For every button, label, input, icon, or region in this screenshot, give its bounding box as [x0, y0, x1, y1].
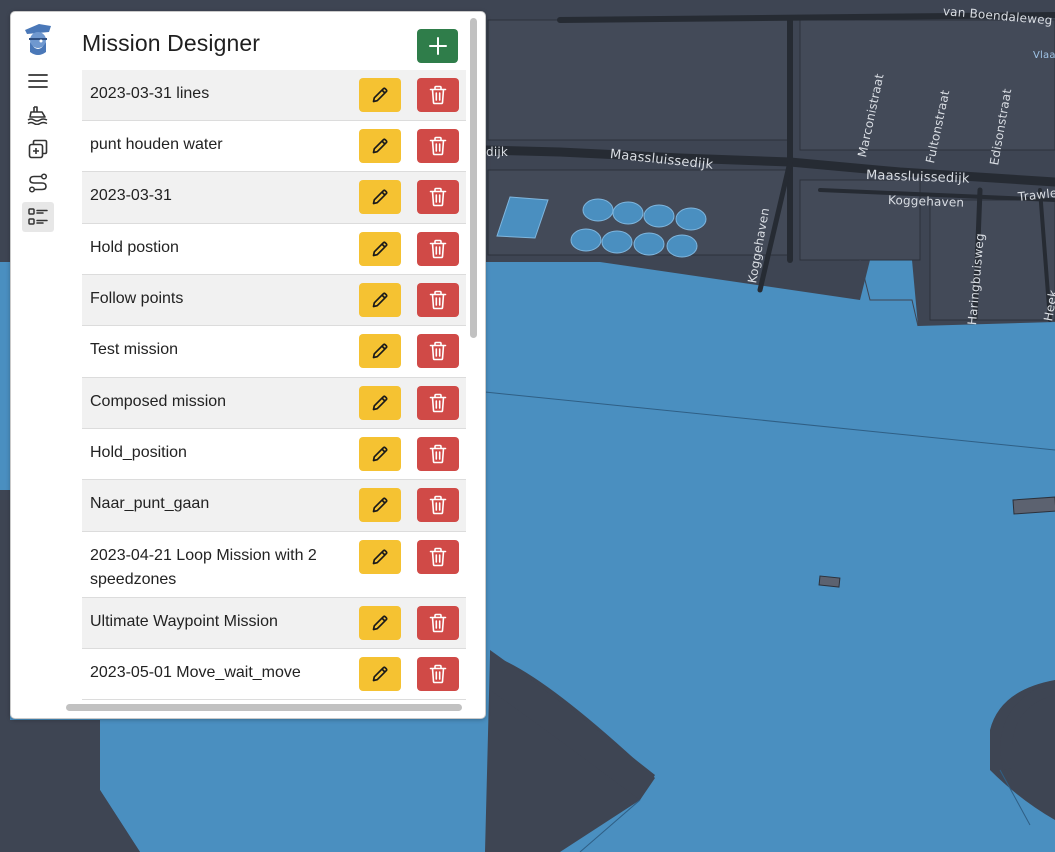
pencil-icon — [372, 292, 388, 308]
edit-mission-button[interactable] — [359, 129, 401, 163]
pencil-icon — [372, 446, 388, 462]
menu-button[interactable] — [22, 66, 54, 96]
pencil-icon — [372, 666, 388, 682]
mission-list: 2023-03-31 lines punt houden water 2023-… — [82, 70, 466, 700]
delete-mission-button[interactable] — [417, 540, 459, 574]
edit-mission-button[interactable] — [359, 283, 401, 317]
missions-button[interactable] — [22, 202, 54, 232]
trash-icon — [429, 613, 447, 633]
mission-name: Naar_punt_gaan — [90, 495, 210, 512]
trash-icon — [429, 239, 447, 259]
icon-rail — [19, 20, 55, 236]
pencil-icon — [372, 343, 388, 359]
zones-button[interactable] — [22, 134, 54, 164]
mission-row[interactable]: Hold postion — [82, 224, 466, 275]
trash-icon — [429, 393, 447, 413]
plus-icon — [428, 37, 447, 55]
map-label-koggehaven-road: Koggehaven — [887, 193, 965, 210]
hamburger-menu-icon — [28, 74, 48, 88]
delete-mission-button[interactable] — [417, 78, 459, 112]
list-icon — [28, 208, 48, 225]
delete-mission-button[interactable] — [417, 437, 459, 471]
pencil-icon — [372, 497, 388, 513]
routes-button[interactable] — [22, 168, 54, 198]
edit-mission-button[interactable] — [359, 180, 401, 214]
horizontal-scrollbar[interactable] — [66, 704, 462, 711]
delete-mission-button[interactable] — [417, 606, 459, 640]
map-label-vlaar: Vlaar — [1033, 50, 1055, 61]
pencil-icon — [372, 395, 388, 411]
trash-icon — [429, 136, 447, 156]
edit-mission-button[interactable] — [359, 488, 401, 522]
delete-mission-button[interactable] — [417, 180, 459, 214]
mission-name: Composed mission — [90, 393, 227, 410]
pencil-icon — [372, 87, 388, 103]
mission-row[interactable]: Composed mission — [82, 378, 466, 429]
mission-name: 2023-03-31 — [90, 187, 172, 204]
delete-mission-button[interactable] — [417, 232, 459, 266]
trash-icon — [429, 495, 447, 515]
trash-icon — [429, 444, 447, 464]
pencil-icon — [372, 615, 388, 631]
mission-designer-panel: Mission Designer 2023-03-31 lines punt h… — [10, 11, 486, 719]
edit-mission-button[interactable] — [359, 386, 401, 420]
mission-name: Follow points — [90, 290, 184, 307]
mission-row[interactable]: Hold_position — [82, 429, 466, 480]
trash-icon — [429, 290, 447, 310]
mission-row[interactable]: punt houden water — [82, 121, 466, 172]
mission-name: Hold postion — [90, 239, 179, 256]
page-title: Mission Designer — [82, 30, 260, 56]
route-icon — [28, 173, 48, 193]
mission-name: 2023-04-21 Loop Mission with 2 speedzone… — [90, 547, 317, 588]
mission-row[interactable]: Ultimate Waypoint Mission — [82, 598, 466, 649]
pencil-icon — [372, 549, 388, 565]
panel-content: Mission Designer 2023-03-31 lines punt h… — [82, 12, 467, 718]
add-mission-button[interactable] — [417, 29, 458, 63]
delete-mission-button[interactable] — [417, 386, 459, 420]
captain-logo-icon — [25, 24, 51, 55]
map-label-dijk: dijk — [486, 145, 509, 159]
app-logo[interactable] — [19, 20, 55, 60]
trash-icon — [429, 85, 447, 105]
edit-mission-button[interactable] — [359, 606, 401, 640]
delete-mission-button[interactable] — [417, 488, 459, 522]
trash-icon — [429, 187, 447, 207]
edit-mission-button[interactable] — [359, 78, 401, 112]
trash-icon — [429, 547, 447, 567]
mission-row[interactable]: Test mission — [82, 326, 466, 378]
pencil-icon — [372, 189, 388, 205]
mission-name: Hold_position — [90, 444, 187, 461]
delete-mission-button[interactable] — [417, 283, 459, 317]
mission-row[interactable]: Follow points — [82, 275, 466, 326]
ship-icon — [27, 106, 48, 125]
mission-name: Ultimate Waypoint Mission — [90, 613, 278, 630]
edit-mission-button[interactable] — [359, 334, 401, 368]
mission-name: Test mission — [90, 341, 179, 358]
delete-mission-button[interactable] — [417, 657, 459, 691]
edit-mission-button[interactable] — [359, 437, 401, 471]
delete-mission-button[interactable] — [417, 129, 459, 163]
layers-icon — [28, 139, 48, 159]
edit-mission-button[interactable] — [359, 540, 401, 574]
mission-row[interactable]: 2023-04-21 Loop Mission with 2 speedzone… — [82, 532, 466, 598]
trash-icon — [429, 341, 447, 361]
pencil-icon — [372, 241, 388, 257]
vessels-button[interactable] — [22, 100, 54, 130]
edit-mission-button[interactable] — [359, 657, 401, 691]
trash-icon — [429, 664, 447, 684]
mission-row[interactable]: Naar_punt_gaan — [82, 480, 466, 532]
mission-row[interactable]: 2023-03-31 lines — [82, 70, 466, 121]
mission-name: 2023-05-01 Move_wait_move — [90, 664, 301, 681]
vertical-scrollbar[interactable] — [470, 18, 477, 338]
pencil-icon — [372, 138, 388, 154]
mission-name: 2023-03-31 lines — [90, 85, 210, 102]
delete-mission-button[interactable] — [417, 334, 459, 368]
edit-mission-button[interactable] — [359, 232, 401, 266]
mission-name: punt houden water — [90, 136, 223, 153]
mission-row[interactable]: 2023-05-01 Move_wait_move — [82, 649, 466, 700]
mission-row[interactable]: 2023-03-31 — [82, 172, 466, 224]
